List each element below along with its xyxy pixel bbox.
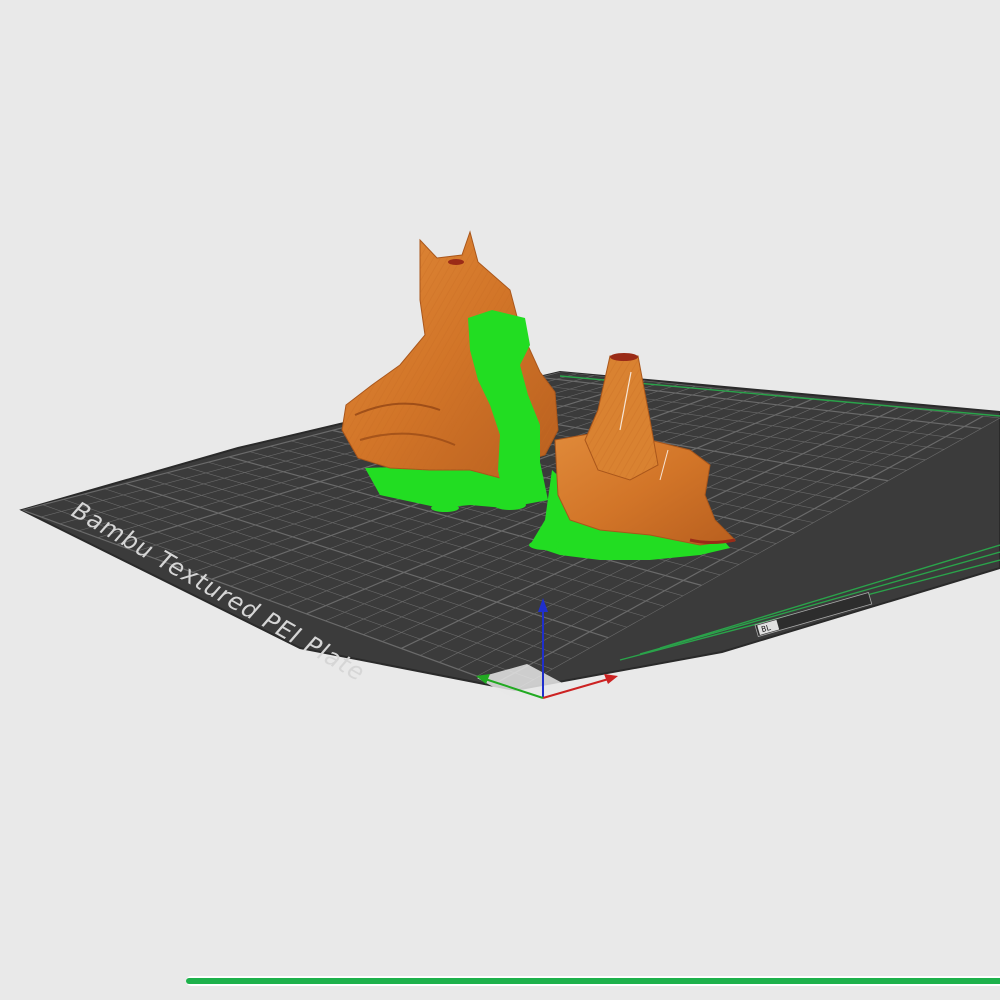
3d-viewport[interactable]: Bambu Textured PEI Plate BL (0, 0, 1000, 1000)
x-axis-arrow-icon (604, 674, 618, 684)
horned-figure-model[interactable] (341, 230, 559, 512)
progress-bar (186, 976, 1000, 986)
build-plate-scene: Bambu Textured PEI Plate BL (19, 230, 1000, 700)
progress-bar-fill (186, 978, 1000, 984)
